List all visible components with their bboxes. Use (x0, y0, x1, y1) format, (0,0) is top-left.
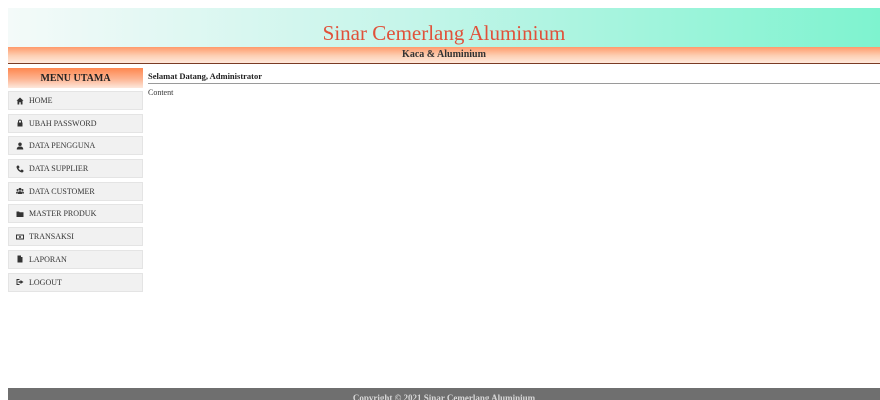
menu-item-label: DATA CUSTOMER (29, 186, 95, 196)
menu-list: HOME UBAH PASSWORD DATA PENGGUNA DATA SU… (8, 91, 143, 292)
sidebar: MENU UTAMA HOME UBAH PASSWORD DATA PENGG… (8, 68, 143, 295)
menu-item-transaksi[interactable]: TRANSAKSI (8, 227, 143, 247)
user-icon (15, 141, 25, 151)
money-icon (15, 232, 25, 242)
main-content: Selamat Datang, Administrator Content (148, 67, 880, 97)
menu-item-label: LAPORAN (29, 254, 67, 264)
menu-heading: MENU UTAMA (8, 68, 143, 88)
menu-item-ubah-password[interactable]: UBAH PASSWORD (8, 113, 143, 133)
menu-item-label: MASTER PRODUK (29, 209, 97, 219)
file-icon (15, 254, 25, 264)
lock-icon (15, 118, 25, 128)
menu-item-label: HOME (29, 96, 53, 105)
site-subtitle: Kaca & Aluminium (402, 49, 486, 60)
menu-item-data-pengguna[interactable]: DATA PENGGUNA (8, 136, 143, 156)
menu-item-master-produk[interactable]: MASTER PRODUK (8, 204, 143, 224)
phone-icon (15, 164, 25, 174)
menu-item-label: TRANSAKSI (29, 232, 74, 242)
sign-out-icon (15, 277, 25, 287)
menu-item-logout[interactable]: LOGOUT (8, 272, 143, 292)
footer: Copyright © 2021 Sinar Cemerlang Alumini… (8, 388, 880, 400)
site-title: Sinar Cemerlang Aluminium (322, 21, 566, 45)
copyright-text: Copyright © 2021 Sinar Cemerlang Alumini… (352, 393, 536, 400)
folder-icon (15, 209, 25, 219)
page: Sinar Cemerlang Aluminium Kaca & Alumini… (0, 0, 880, 400)
menu-item-laporan[interactable]: LAPORAN (8, 249, 143, 269)
menu-item-label: DATA SUPPLIER (29, 164, 89, 174)
content-text: Content (148, 88, 174, 97)
welcome-heading: Selamat Datang, Administrator (148, 67, 880, 84)
menu-item-home[interactable]: HOME (8, 91, 143, 110)
site-header: Sinar Cemerlang Aluminium (8, 8, 880, 47)
site-subheader: Kaca & Aluminium (8, 47, 880, 64)
users-icon (15, 186, 25, 196)
menu-item-data-customer[interactable]: DATA CUSTOMER (8, 181, 143, 201)
menu-item-data-supplier[interactable]: DATA SUPPLIER (8, 159, 143, 179)
menu-item-label: UBAH PASSWORD (29, 118, 97, 128)
menu-item-label: LOGOUT (29, 277, 62, 287)
menu-item-label: DATA PENGGUNA (29, 141, 96, 151)
home-icon (15, 96, 25, 106)
